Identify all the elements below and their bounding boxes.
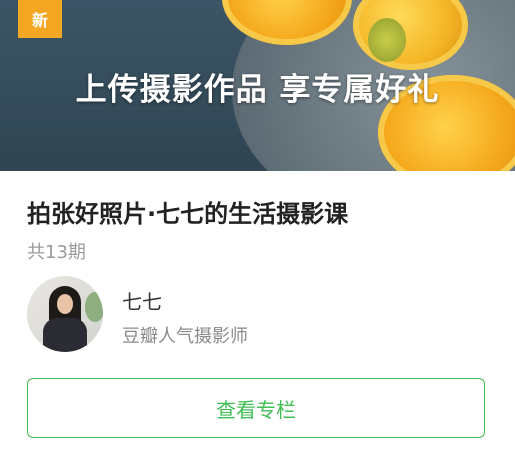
banner-image[interactable]: 上传摄影作品 享专属好礼 新 — [0, 0, 515, 171]
avatar-plant-decor — [85, 292, 103, 322]
banner-lime-decor — [368, 18, 406, 62]
banner-headline: 上传摄影作品 享专属好礼 — [75, 72, 440, 108]
course-title[interactable]: 拍张好照片·七七的生活摄影课 — [27, 194, 348, 229]
new-badge: 新 — [18, 0, 62, 38]
avatar-face-decor — [57, 294, 73, 314]
episode-count: 共13期 — [27, 242, 86, 263]
avatar-body-decor — [43, 318, 87, 352]
author-name[interactable]: 七七 — [122, 286, 162, 315]
author-avatar[interactable] — [27, 276, 103, 352]
author-title: 豆瓣人气摄影师 — [122, 326, 248, 347]
view-column-button[interactable]: 查看专栏 — [27, 378, 485, 438]
course-card[interactable]: 上传摄影作品 享专属好礼 新 拍张好照片·七七的生活摄影课 共13期 七七 豆瓣… — [0, 0, 515, 469]
